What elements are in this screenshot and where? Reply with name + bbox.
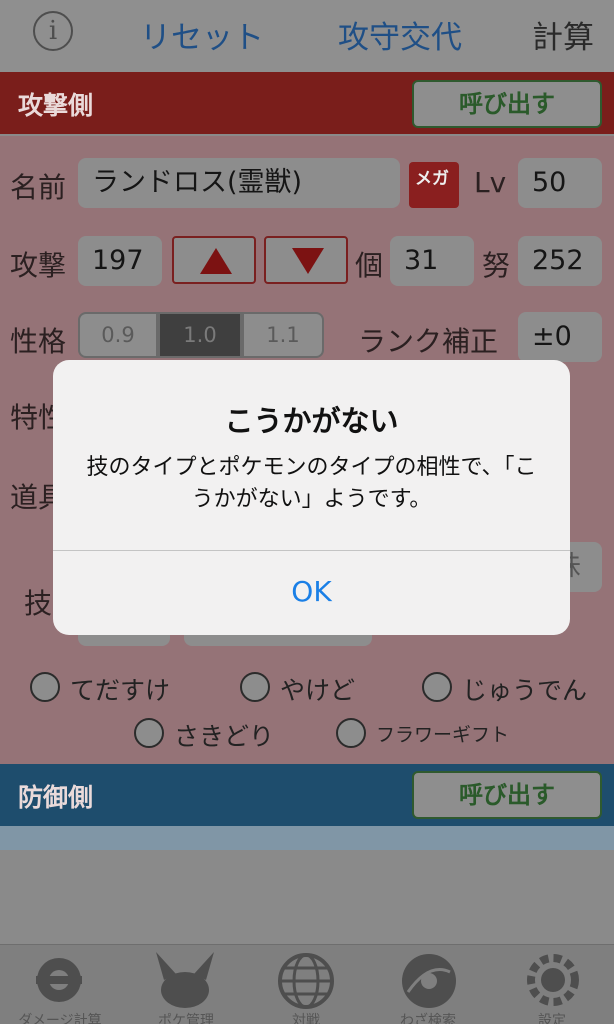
alert-title: こうかがない	[224, 404, 399, 438]
damage-calc-icon[interactable]	[28, 950, 90, 1010]
down-arrow-icon	[292, 248, 324, 274]
swap-button[interactable]: 攻守交代	[338, 12, 462, 57]
me-first-label: さきどり	[174, 722, 275, 751]
nature-option-1.1[interactable]: 1.1	[242, 312, 324, 358]
stat-field[interactable]: 197	[78, 236, 162, 286]
attack-call-button[interactable]: 呼び出す	[412, 80, 602, 128]
name-label: 名前	[10, 171, 67, 204]
alert-dialog: こうかがない 技のタイプとポケモンのタイプの相性で、「こうかがない」ようです。 …	[53, 360, 570, 635]
defense-panel-top	[0, 826, 614, 850]
flower-gift-label: フラワーギフト	[376, 724, 510, 746]
tab-damage-calc[interactable]: ダメージ計算	[0, 1010, 120, 1024]
top-toolbar	[0, 0, 614, 72]
stat-up-button[interactable]	[172, 236, 256, 284]
tab-battle[interactable]: 対戦	[246, 1010, 366, 1024]
burn-label: やけど	[280, 676, 356, 705]
up-arrow-icon	[200, 248, 232, 274]
mega-button[interactable]: メガ	[409, 162, 459, 208]
helping-hand-label: てだすけ	[70, 676, 171, 705]
move-label: 技	[24, 587, 53, 620]
defense-call-button[interactable]: 呼び出す	[412, 771, 602, 819]
me-first-radio[interactable]	[134, 718, 164, 748]
tab-move-search[interactable]: わざ検索	[368, 1010, 488, 1024]
gear-icon[interactable]	[522, 950, 584, 1010]
pokemon-manage-icon[interactable]	[152, 950, 218, 1010]
nature-option-1.0[interactable]: 1.0	[158, 312, 242, 358]
iv-label: 個	[355, 249, 384, 282]
info-button[interactable]: i	[33, 11, 73, 51]
alert-message: 技のタイプとポケモンのタイプの相性で、「こうかがない」ようです。	[86, 455, 537, 512]
rank-label: ランク補正	[358, 325, 499, 358]
tab-pokemon-manage[interactable]: ポケ管理	[126, 1010, 246, 1024]
charge-radio[interactable]	[422, 672, 452, 702]
helping-hand-radio[interactable]	[30, 672, 60, 702]
lv-label: Lv	[474, 166, 507, 199]
nature-option-0.9[interactable]: 0.9	[78, 312, 158, 358]
content-background	[0, 850, 614, 944]
flower-gift-radio[interactable]	[336, 718, 366, 748]
burn-radio[interactable]	[240, 672, 270, 702]
stat-down-button[interactable]	[264, 236, 348, 284]
disc-icon[interactable]	[398, 952, 460, 1010]
iv-field[interactable]: 31	[390, 236, 474, 286]
name-field[interactable]: ランドロス(霊獣)	[78, 158, 400, 208]
mega-label: メガ	[415, 169, 449, 189]
charge-label: じゅうでん	[462, 676, 588, 705]
defense-header-title: 防御側	[18, 783, 94, 812]
ev-label: 努	[482, 249, 511, 282]
stat-label: 攻撃	[10, 249, 67, 282]
attack-header-title: 攻撃側	[18, 91, 94, 120]
alert-ok-button[interactable]: OK	[53, 551, 570, 635]
globe-icon[interactable]	[276, 952, 336, 1010]
ev-field[interactable]: 252	[518, 236, 602, 286]
calc-button[interactable]: 計算	[532, 12, 594, 57]
reset-button[interactable]: リセット	[140, 12, 264, 57]
rank-field[interactable]: ±0	[518, 312, 602, 362]
nature-label: 性格	[10, 325, 67, 358]
lv-field[interactable]: 50	[518, 158, 602, 208]
tab-settings[interactable]: 設定	[492, 1010, 612, 1024]
